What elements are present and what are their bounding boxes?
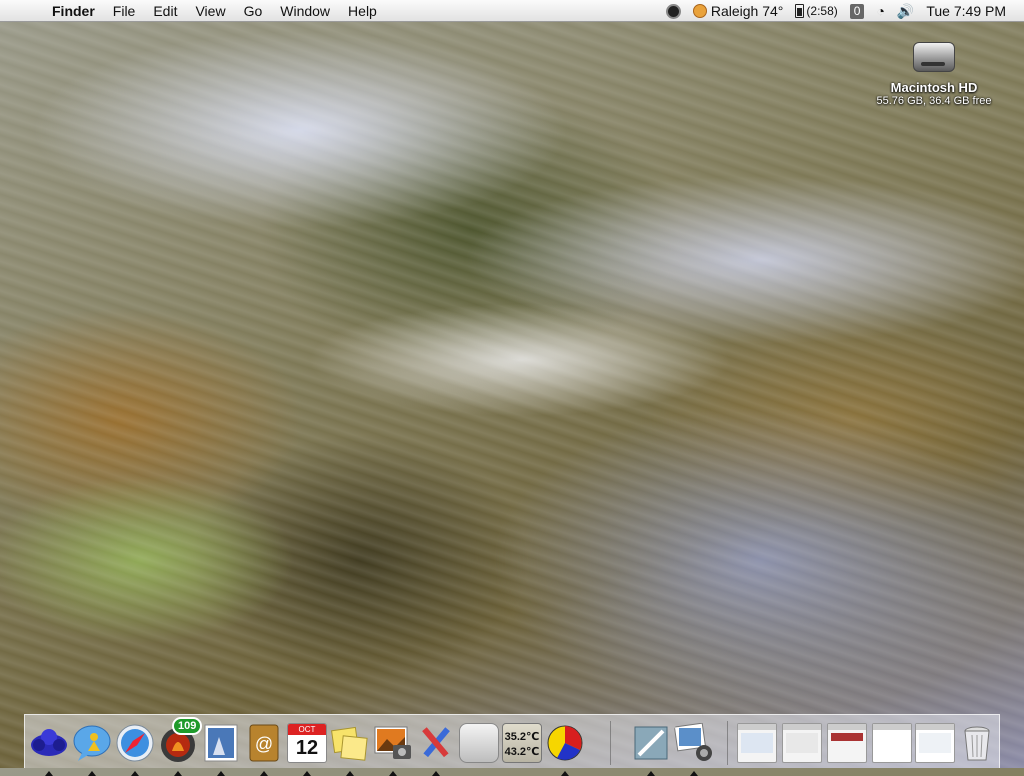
minimized-window-icon [782, 723, 822, 763]
calendar-day: 12 [295, 737, 319, 759]
dock-item-safari[interactable] [115, 723, 155, 776]
dock-item-trash[interactable] [957, 723, 997, 763]
dock-item-preview[interactable] [631, 723, 671, 776]
menu-bar: Finder File Edit View Go Window Help Ral… [0, 0, 1024, 22]
weather-text: Raleigh 74° [710, 3, 784, 19]
dock-item-pencil[interactable] [416, 723, 456, 776]
dock: 109 @ OCT 12 35.2℃ 43.2℃ [24, 714, 1000, 776]
image-capture-icon [673, 722, 712, 761]
drive-info: 55.76 GB, 36.4 GB free [876, 95, 992, 107]
menu-go[interactable]: Go [235, 0, 272, 22]
ical-icon: OCT 12 [287, 723, 327, 763]
dock-item-ichat[interactable] [72, 723, 112, 776]
temperature-monitor-icon: 35.2℃ 43.2℃ [502, 723, 542, 763]
addressbook-icon: @ [249, 724, 279, 762]
desktop-wallpaper [0, 22, 1024, 768]
safari-icon [116, 724, 154, 762]
volume-icon: 🔊 [896, 2, 915, 19]
drive-name: Macintosh HD [890, 80, 978, 95]
finder-icon [31, 729, 67, 756]
minimized-window-icon [737, 723, 777, 763]
hard-drive-icon [911, 36, 957, 76]
dock-item-apple-app[interactable] [459, 723, 499, 763]
weather-icon [692, 4, 707, 18]
dock-minimized-window-3[interactable] [827, 723, 867, 763]
minimized-window-icon [872, 723, 912, 763]
iphoto-icon [374, 726, 411, 759]
stickies-icon [331, 726, 368, 761]
menu-app-finder[interactable]: Finder [46, 0, 104, 22]
temperature-cpu: 35.2℃ [504, 731, 540, 743]
menu-clock[interactable]: Tue 7:49 PM [920, 0, 1024, 22]
menu-window[interactable]: Window [271, 0, 339, 22]
menu-help[interactable]: Help [339, 0, 386, 22]
status-orb-icon [665, 3, 681, 19]
menu-extra-weather[interactable]: Raleigh 74° [687, 0, 790, 22]
dock-item-photo[interactable] [201, 723, 241, 776]
dock-item-stickies[interactable] [330, 723, 370, 776]
apple-app-icon [459, 723, 499, 763]
preview-icon [634, 726, 668, 760]
wifi-icon: ◔ [876, 3, 885, 19]
counter-badge: 0 [849, 3, 865, 19]
dock-item-iphoto[interactable] [373, 723, 413, 776]
menu-extra-wifi[interactable]: ◔ [870, 0, 890, 22]
dock-minimized-window-1[interactable] [737, 723, 777, 763]
menu-edit[interactable]: Edit [144, 0, 186, 22]
calendar-month: OCT [288, 724, 326, 735]
dock-item-disk-usage[interactable] [545, 723, 585, 776]
pencil-icon [422, 727, 450, 758]
mail-unread-badge: 109 [172, 717, 203, 735]
battery-icon [795, 4, 805, 18]
clock-text: Tue 7:49 PM [926, 3, 1006, 19]
svg-text:@: @ [255, 734, 273, 754]
menu-file[interactable]: File [104, 0, 145, 22]
menu-extra-counter[interactable]: 0 [844, 0, 871, 22]
disk-usage-icon [547, 725, 583, 761]
minimized-window-icon [915, 723, 955, 763]
photo-icon [204, 724, 238, 762]
dock-item-ical[interactable]: OCT 12 [287, 723, 327, 776]
temperature-gpu: 43.2℃ [504, 746, 540, 758]
minimized-window-icon [827, 723, 867, 763]
dock-item-temperature-monitor[interactable]: 35.2℃ 43.2℃ [502, 723, 542, 763]
dock-item-addressbook[interactable]: @ [244, 723, 284, 776]
dock-item-image-capture[interactable] [673, 722, 714, 776]
dock-separator [610, 721, 611, 765]
dock-item-finder[interactable] [29, 723, 69, 776]
dock-minimized-window-2[interactable] [782, 723, 822, 763]
battery-time: (2:58) [806, 4, 838, 18]
dock-minimized-window-5[interactable] [915, 723, 955, 763]
menu-extra-volume[interactable]: 🔊 [891, 0, 920, 22]
menu-extra-battery[interactable]: (2:58) [789, 0, 843, 22]
menu-view[interactable]: View [186, 0, 234, 22]
dock-separator-2 [727, 721, 728, 765]
menu-extra-orb[interactable] [660, 0, 687, 22]
dock-minimized-window-4[interactable] [872, 723, 912, 763]
ichat-icon [73, 725, 111, 761]
desktop-icon-macintosh-hd[interactable]: Macintosh HD 55.76 GB, 36.4 GB free [866, 36, 1002, 107]
dock-item-mail[interactable]: 109 [158, 717, 203, 776]
trash-icon [964, 726, 990, 761]
